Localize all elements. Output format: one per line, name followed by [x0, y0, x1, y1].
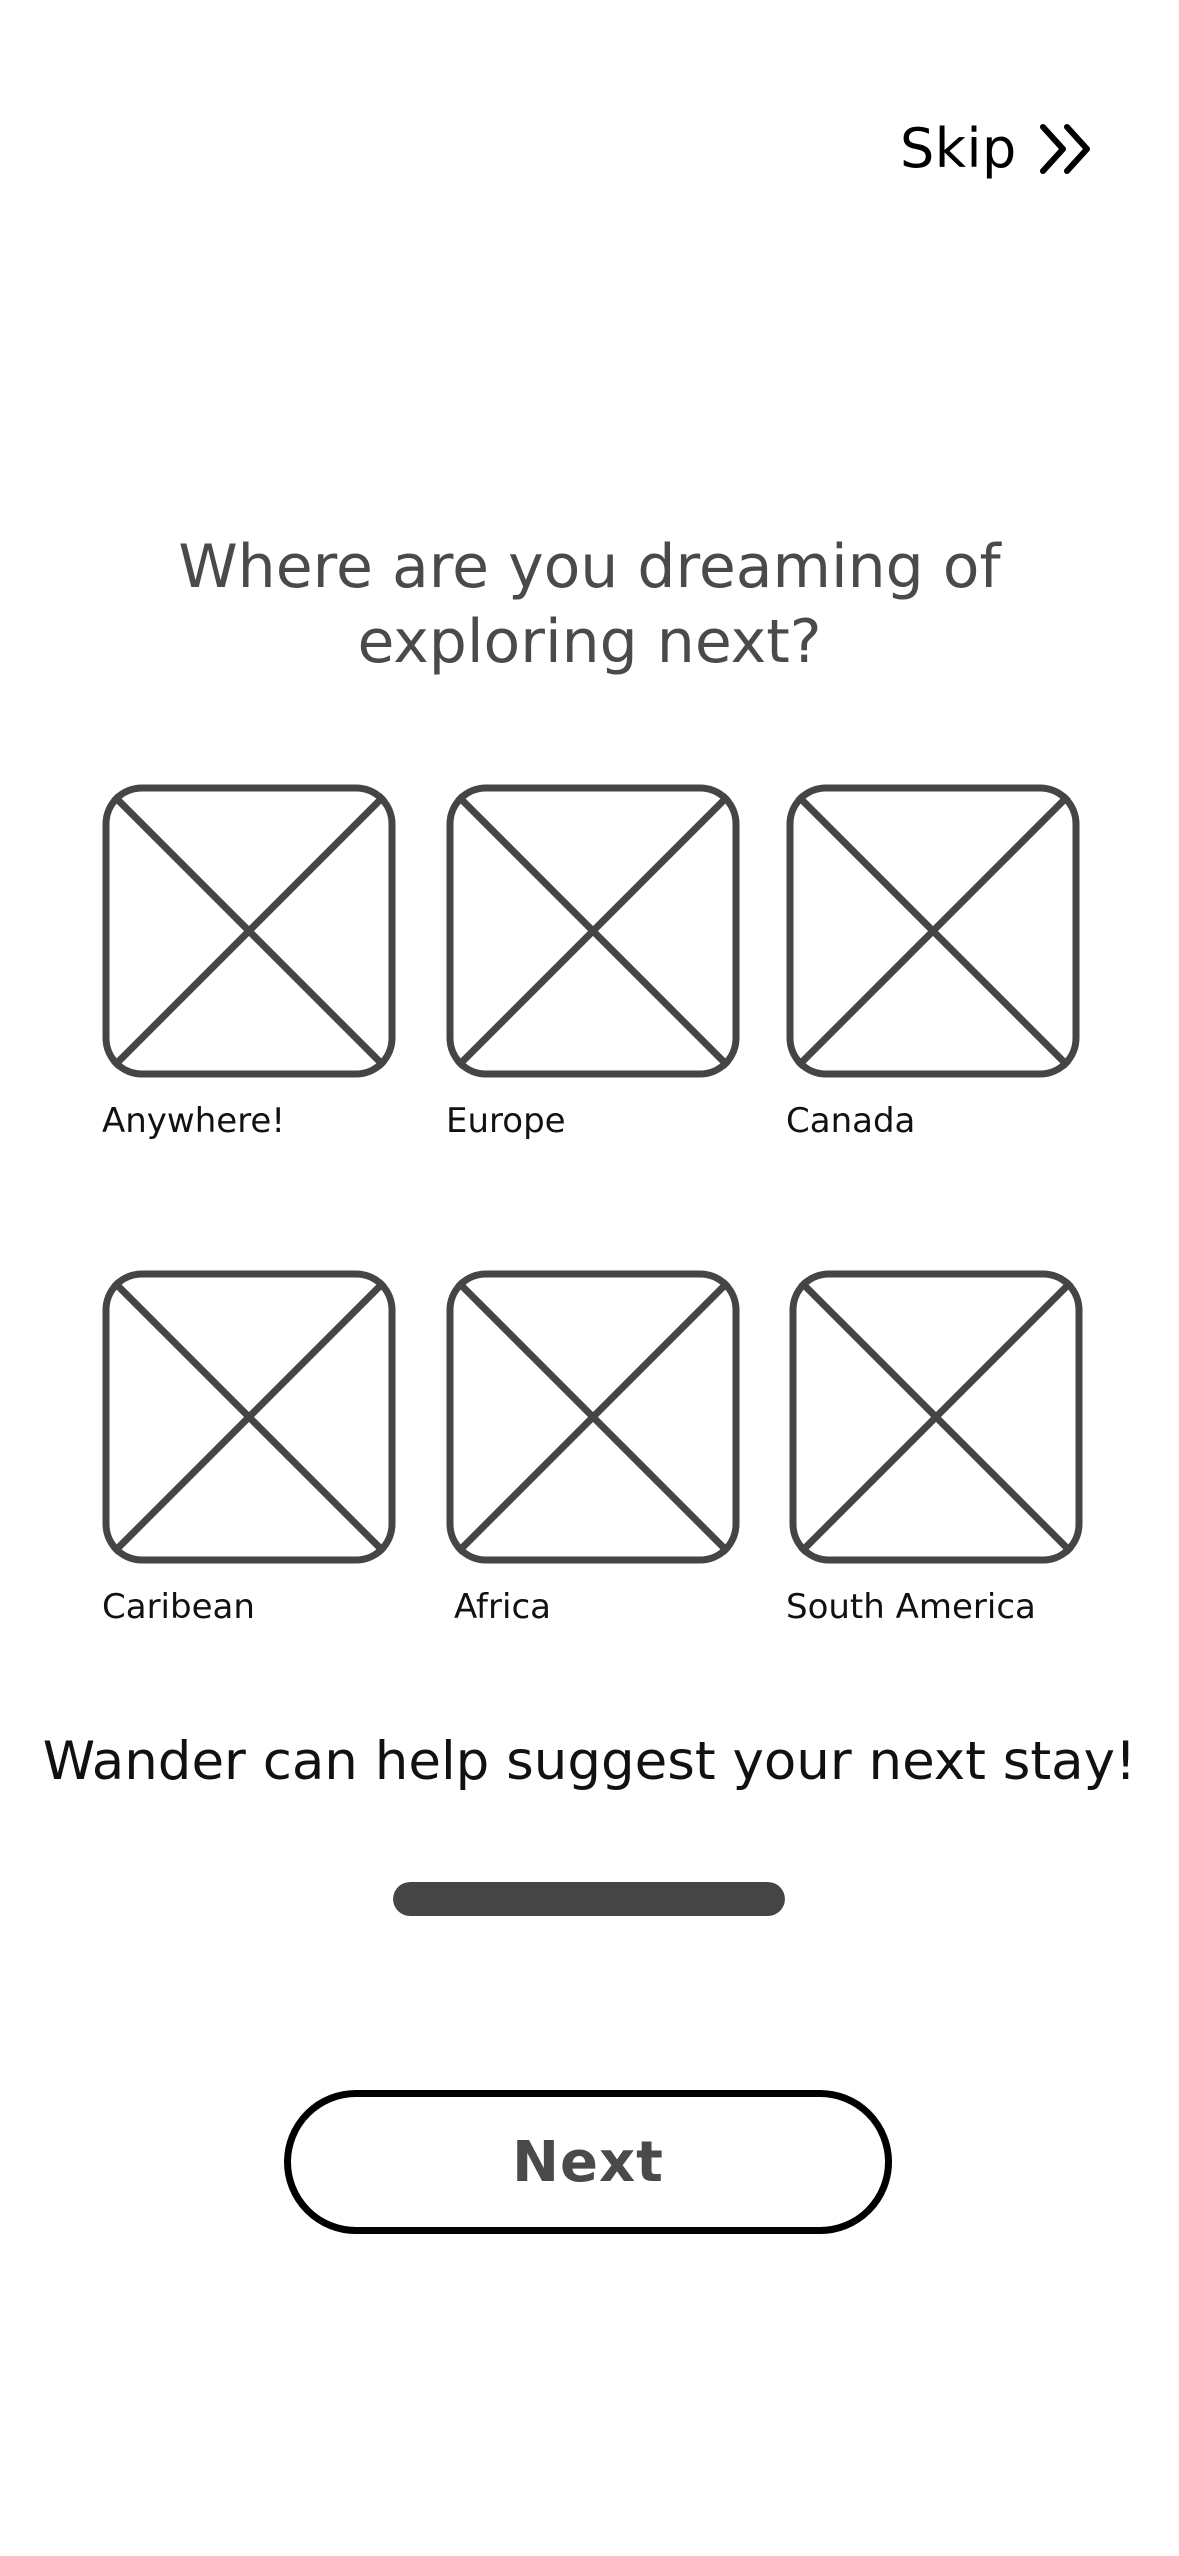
- progress-fill: [393, 1882, 785, 1916]
- option-south-america[interactable]: South America: [786, 1270, 1089, 1624]
- next-button[interactable]: Next: [284, 2090, 892, 2234]
- image-placeholder-icon: [102, 784, 402, 1078]
- suggestion-message: Wander can help suggest your next stay!: [42, 1731, 1137, 1792]
- option-europe[interactable]: Europe: [446, 784, 746, 1138]
- skip-button[interactable]: Skip: [900, 112, 1097, 186]
- page-title-line-1: Where are you dreaming of: [178, 532, 1001, 602]
- image-placeholder-icon: [789, 1270, 1089, 1564]
- page-title: Where are you dreaming of exploring next…: [90, 530, 1089, 680]
- option-africa[interactable]: Africa: [446, 1270, 746, 1624]
- image-placeholder-icon: [102, 1270, 402, 1564]
- image-placeholder-icon: [446, 784, 746, 1078]
- option-anywhere[interactable]: Anywhere!: [102, 784, 402, 1138]
- image-placeholder-icon: [786, 784, 1086, 1078]
- option-label: Anywhere!: [102, 1101, 285, 1141]
- option-label: Europe: [446, 1101, 566, 1141]
- option-label: Caribean: [102, 1587, 255, 1627]
- skip-label: Skip: [900, 117, 1017, 180]
- image-placeholder-icon: [446, 1270, 746, 1564]
- option-canada[interactable]: Canada: [786, 784, 1086, 1138]
- option-label: South America: [786, 1587, 1036, 1627]
- option-caribean[interactable]: Caribean: [102, 1270, 402, 1624]
- double-chevron-right-icon: [1037, 123, 1097, 175]
- option-label: Canada: [786, 1101, 916, 1141]
- next-button-label: Next: [512, 2129, 664, 2195]
- onboarding-progress-bar: [393, 1882, 785, 1916]
- option-label: Africa: [454, 1587, 551, 1627]
- page-title-line-2: exploring next?: [357, 607, 822, 677]
